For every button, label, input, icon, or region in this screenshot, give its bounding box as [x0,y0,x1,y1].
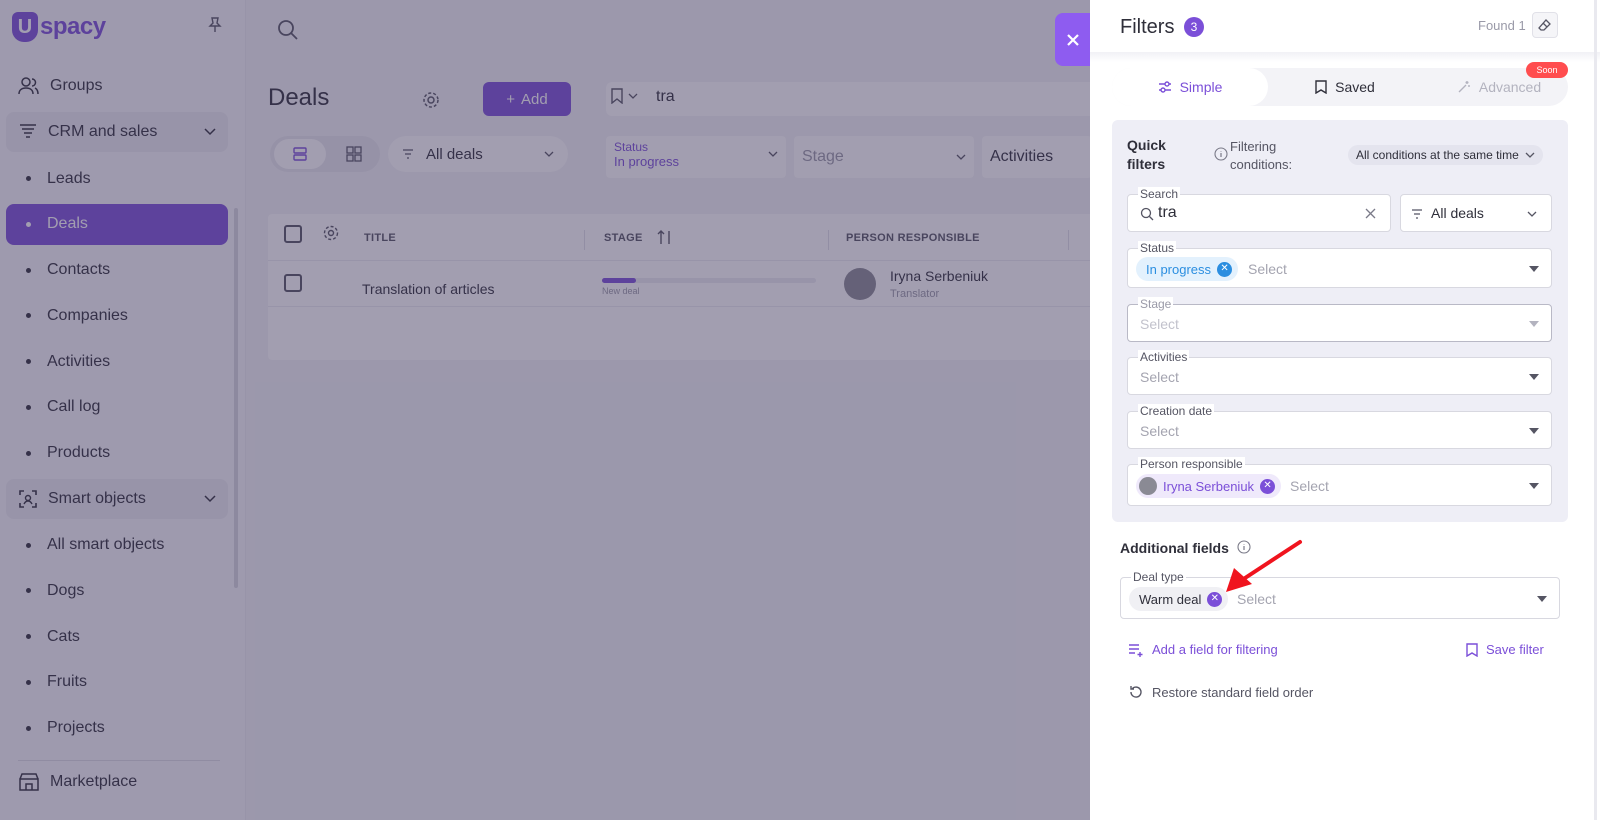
tab-simple[interactable]: Simple [1112,68,1268,106]
filter-count-badge: 3 [1184,17,1204,37]
caret-down-icon [1529,321,1539,327]
header-shadow [1090,52,1600,62]
filtering-conditions-select[interactable]: All conditions at the same time [1348,145,1543,165]
person-responsible-field[interactable]: Person responsible Iryna Serbeniuk ✕ Sel… [1127,457,1552,506]
clear-icon[interactable] [1365,208,1376,219]
save-filter-button[interactable]: Save filter [1466,642,1544,657]
filter-lines-icon [1412,209,1422,219]
clear-filters-button[interactable] [1532,12,1558,38]
additional-fields-title: Additional fields [1120,540,1229,556]
restore-icon [1130,686,1142,698]
save-filter-label: Save filter [1486,642,1544,657]
caret-down-icon [1537,596,1547,602]
add-field-button[interactable]: Add a field for filtering [1128,642,1278,657]
found-count: Found 1 [1478,18,1526,33]
soon-badge: Soon [1526,62,1568,78]
caret-down-icon [1529,266,1539,272]
chip-label: Iryna Serbeniuk [1163,478,1255,494]
status-placeholder: Select [1248,261,1287,277]
field-label: Person responsible [1138,457,1245,471]
search-input[interactable]: Search tra [1127,187,1391,232]
deal-type-field[interactable]: Deal type Warm deal ✕ Select [1120,570,1560,619]
status-field[interactable]: Status In progress ✕ Select [1127,241,1552,288]
restore-order-button[interactable]: Restore standard field order [1128,684,1313,700]
panel-scrollbar[interactable] [1594,0,1597,820]
status-chip[interactable]: In progress ✕ [1136,257,1239,281]
magic-wand-icon [1458,81,1470,93]
deal-scope-value: All deals [1431,205,1484,221]
field-label: Deal type [1131,570,1186,584]
chip-label: Warm deal [1139,591,1202,607]
activities-field[interactable]: Activities Select [1127,350,1552,395]
sliders-icon [1158,81,1171,93]
creation-date-field[interactable]: Creation date Select [1127,404,1552,449]
field-label: Activities [1138,350,1190,364]
chip-label: In progress [1146,261,1212,277]
field-label: Status [1138,241,1177,255]
add-field-label: Add a field for filtering [1152,642,1278,657]
tab-label: Advanced [1478,79,1542,95]
activities-placeholder: Select [1140,369,1179,385]
field-label: Creation date [1138,404,1215,418]
caret-down-icon [1529,374,1539,380]
creation-date-placeholder: Select [1140,423,1179,439]
search-value: tra [1158,204,1177,221]
eraser-icon [1538,19,1551,31]
filtering-conditions-value: All conditions at the same time [1356,148,1519,162]
person-placeholder: Select [1290,478,1329,494]
close-filters-button[interactable] [1055,13,1090,66]
person-chip[interactable]: Iryna Serbeniuk ✕ [1136,474,1282,498]
bookmark-icon [1315,80,1327,94]
tab-label: Simple [1179,79,1223,95]
tab-saved[interactable]: Saved [1270,68,1420,106]
close-icon [1066,33,1079,46]
panel-title: Filters [1120,16,1175,38]
quick-filters-title: Quick filters [1127,137,1166,172]
stage-placeholder: Select [1140,316,1179,332]
field-label: Search [1138,187,1181,201]
annotation-arrow-icon [1226,540,1302,592]
modal-backdrop[interactable] [0,0,1090,820]
avatar [1139,477,1157,495]
info-icon[interactable] [1214,147,1228,161]
bookmark-icon [1466,642,1478,657]
field-label: Stage [1138,297,1174,311]
deal-type-chip[interactable]: Warm deal ✕ [1129,587,1229,611]
deal-scope-select[interactable]: All deals [1400,194,1552,232]
remove-chip-icon[interactable]: ✕ [1217,261,1233,277]
add-list-icon [1129,643,1143,657]
filtering-conditions-label: Filtering conditions: [1230,139,1293,172]
chevron-down-icon [1525,152,1535,158]
tab-label: Saved [1335,79,1375,95]
stage-field[interactable]: Stage Select [1127,297,1552,342]
remove-chip-icon[interactable]: ✕ [1260,478,1276,494]
restore-label: Restore standard field order [1152,684,1314,700]
caret-down-icon [1529,483,1539,489]
search-icon [1140,207,1154,221]
caret-down-icon [1529,428,1539,434]
chevron-down-icon [1527,211,1537,217]
